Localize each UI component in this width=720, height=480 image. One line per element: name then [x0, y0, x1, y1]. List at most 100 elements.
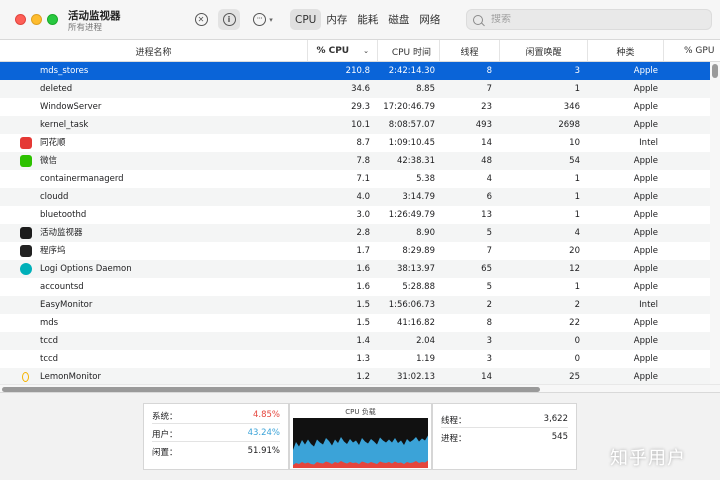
column-gpu-percent[interactable]: % GPU — [664, 40, 720, 61]
xmark-circle-icon: ✕ — [194, 13, 208, 26]
cpu-load-title: CPU 负载 — [345, 408, 376, 416]
column-cpu-time[interactable]: CPU 时间 — [378, 40, 440, 61]
column-idle-wakeups-label: 闲置唤醒 — [525, 47, 562, 58]
thread-count: 6 — [486, 192, 492, 202]
thread-count: 65 — [481, 264, 492, 274]
table-row[interactable]: 活动监视器 2.8 8.90 5 4 Apple — [0, 224, 710, 242]
table-row[interactable]: Logi Options Daemon 1.6 38:13.97 65 12 Apple — [0, 260, 710, 278]
process-kind: Apple — [633, 264, 658, 274]
system-stat-row: 系统： 4.85% — [152, 410, 280, 424]
tab-cpu[interactable]: CPU — [290, 9, 322, 30]
thread-count: 7 — [486, 246, 492, 256]
cpu-percent: 7.1 — [356, 174, 370, 184]
table-row[interactable]: 同花顺 8.7 1:09:10.45 14 10 Intel — [0, 134, 710, 152]
vertical-scrollbar[interactable] — [710, 62, 720, 384]
tab-memory[interactable]: 内存 — [321, 9, 352, 30]
table-row[interactable]: bluetoothd 3.0 1:26:49.79 13 1 Apple — [0, 206, 710, 224]
idle-wakeups: 0 — [574, 336, 580, 346]
process-name: Logi Options Daemon — [40, 264, 132, 274]
table-row[interactable]: LemonMonitor 1.2 31:02.13 14 25 Apple — [0, 368, 710, 384]
cpu-time: 8:29.89 — [402, 246, 435, 256]
column-cpu-percent[interactable]: % CPU ⌄ — [308, 40, 378, 61]
cpu-percent: 3.0 — [356, 210, 370, 220]
table-row[interactable]: WindowServer 29.3 17:20:46.79 23 346 Apple — [0, 98, 710, 116]
table-row[interactable]: 程序坞 1.7 8:29.89 7 20 Apple — [0, 242, 710, 260]
close-window-button[interactable] — [15, 14, 26, 25]
more-actions-button[interactable]: ··· ▾ — [250, 9, 276, 30]
stop-process-button[interactable]: ✕ — [190, 9, 212, 30]
cpu-time: 31:02.13 — [396, 372, 435, 382]
idle-wakeups: 4 — [574, 228, 580, 238]
cpu-time: 2:42:14.30 — [388, 66, 435, 76]
thread-process-stats: 线程： 3,622 进程： 545 — [432, 403, 577, 470]
search-input[interactable] — [491, 14, 691, 25]
cpu-time: 17:20:46.79 — [383, 102, 435, 112]
inspect-process-button[interactable]: i — [218, 9, 240, 30]
cpu-percent: 1.5 — [356, 318, 370, 328]
activity-monitor-icon — [20, 227, 32, 239]
tab-disk[interactable]: 磁盘 — [383, 9, 414, 30]
table-row[interactable]: tccd 1.3 1.19 3 0 Apple — [0, 350, 710, 368]
minimize-window-button[interactable] — [31, 14, 42, 25]
process-kind: Apple — [633, 318, 658, 328]
cpu-time: 8.85 — [416, 84, 435, 94]
column-header: 进程名称 % CPU ⌄ CPU 时间 线程 闲置唤醒 种类 % GPU — [0, 40, 720, 62]
process-name: 程序坞 — [40, 246, 66, 256]
table-row[interactable]: containermanagerd 7.1 5.38 4 1 Apple — [0, 170, 710, 188]
process-name: mds_stores — [40, 66, 89, 76]
tonghuashun-icon — [20, 137, 32, 149]
process-table: mds_stores 210.8 2:42:14.30 8 3 Apple deleted 3… — [0, 62, 710, 384]
table-row[interactable]: mds 1.5 41:16.82 8 22 Apple — [0, 314, 710, 332]
tab-network[interactable]: 网络 — [414, 9, 445, 30]
column-idle-wakeups[interactable]: 闲置唤醒 — [500, 40, 588, 61]
thread-count: 14 — [481, 372, 492, 382]
column-process-name[interactable]: 进程名称 — [0, 40, 308, 61]
idle-wakeups: 25 — [569, 372, 580, 382]
table-row[interactable]: mds_stores 210.8 2:42:14.30 8 3 Apple — [0, 62, 710, 80]
sort-descending-icon: ⌄ — [363, 47, 369, 55]
thread-count: 2 — [486, 300, 492, 310]
tab-energy[interactable]: 能耗 — [352, 9, 383, 30]
column-kind[interactable]: 种类 — [588, 40, 664, 61]
column-process-name-label: 进程名称 — [135, 47, 172, 58]
process-name: deleted — [40, 84, 73, 94]
cpu-time: 41:16.82 — [396, 318, 435, 328]
thread-count: 3 — [486, 354, 492, 364]
thread-count: 48 — [481, 156, 492, 166]
thread-count: 14 — [481, 138, 492, 148]
idle-wakeups: 1 — [574, 210, 580, 220]
table-row[interactable]: kernel_task 10.1 8:08:57.07 493 2698 Apple — [0, 116, 710, 134]
process-kind: Apple — [633, 210, 658, 220]
table-row[interactable]: EasyMonitor 1.5 1:56:06.73 2 2 Intel — [0, 296, 710, 314]
vertical-scroll-thumb[interactable] — [712, 64, 718, 78]
zoom-window-button[interactable] — [47, 14, 58, 25]
thread-count: 5 — [486, 282, 492, 292]
table-row[interactable]: deleted 34.6 8.85 7 1 Apple — [0, 80, 710, 98]
lemon-icon — [22, 372, 29, 382]
column-threads[interactable]: 线程 — [440, 40, 500, 61]
search-box[interactable] — [466, 9, 712, 30]
processes-stat-row: 进程： 545 — [441, 432, 568, 446]
process-kind: Intel — [639, 138, 658, 148]
process-kind: Apple — [633, 156, 658, 166]
process-kind: Apple — [633, 192, 658, 202]
logi-icon — [20, 263, 32, 275]
process-name: tccd — [40, 354, 59, 364]
column-cpu-label: % CPU — [316, 46, 350, 56]
process-name: containermanagerd — [40, 174, 124, 184]
process-kind: Apple — [633, 66, 658, 76]
horizontal-scroll-thumb[interactable] — [2, 386, 540, 392]
cpu-percent: 1.4 — [356, 336, 370, 346]
window-subtitle[interactable]: 所有进程 — [68, 21, 102, 33]
dock-icon — [20, 245, 32, 257]
table-row[interactable]: 微信 7.8 42:38.31 48 54 Apple — [0, 152, 710, 170]
table-row[interactable]: accountsd 1.6 5:28.88 5 1 Apple — [0, 278, 710, 296]
cpu-percent: 10.1 — [351, 120, 370, 130]
table-row[interactable]: tccd 1.4 2.04 3 0 Apple — [0, 332, 710, 350]
idle-wakeups: 54 — [569, 156, 580, 166]
idle-wakeups: 22 — [569, 318, 580, 328]
user-stat-row: 用户： 43.24% — [152, 428, 280, 442]
table-row[interactable]: cloudd 4.0 3:14.79 6 1 Apple — [0, 188, 710, 206]
cpu-time: 8.90 — [416, 228, 435, 238]
horizontal-scrollbar[interactable] — [0, 384, 720, 392]
